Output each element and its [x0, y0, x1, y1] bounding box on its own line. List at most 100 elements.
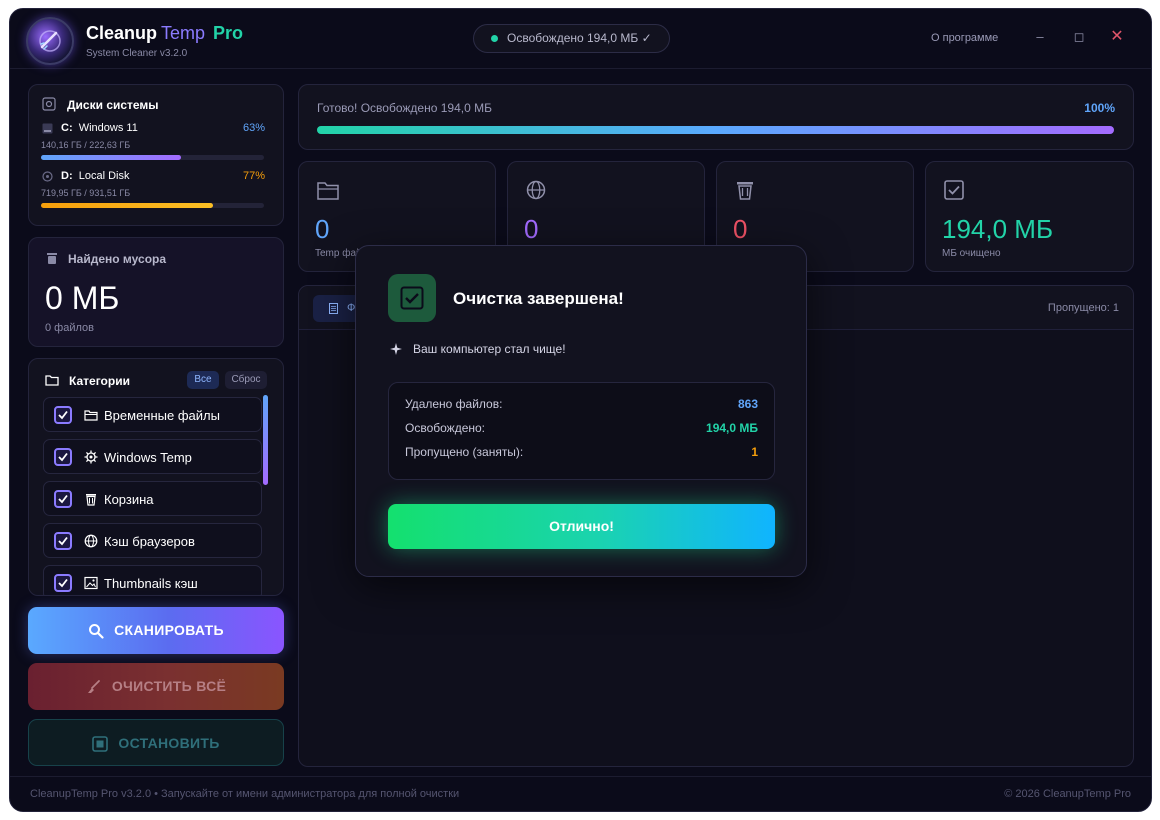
app-title: Cleanup Temp Pro — [86, 23, 243, 44]
check-square-icon — [944, 180, 964, 200]
broom-icon — [87, 680, 100, 694]
status-pill: Освобождено 194,0 МБ ✓ — [473, 24, 670, 53]
drive-c-label: C: Windows 11 — [61, 122, 138, 134]
stop-icon — [92, 736, 109, 753]
progress-panel: Готово! Освобождено 194,0 МБ 100% — [298, 84, 1134, 150]
ok-button[interactable]: Отлично! — [388, 504, 775, 549]
drive-c-usage-bar — [41, 155, 264, 160]
skipped-label: Пропущено (заняты): — [405, 445, 524, 459]
category-windows-temp[interactable]: Windows Temp — [43, 439, 262, 474]
modal-title: Очистка завершена! — [453, 289, 624, 308]
modal-icon-box — [388, 274, 436, 322]
skipped-value: 1 — [751, 445, 758, 459]
modal-summary: Удалено файлов: 863 Освобождено: 194,0 М… — [388, 382, 775, 480]
drive-c-size: 140,16 ГБ / 222,63 ГБ — [41, 140, 131, 150]
checkbox-checked[interactable] — [54, 448, 72, 466]
category-browser-cache[interactable]: Кэш браузеров — [43, 523, 262, 558]
category-temp-files[interactable]: Временные файлы — [43, 397, 262, 432]
disks-title: Диски системы — [67, 98, 159, 112]
junk-panel: Найдено мусора 0 МБ 0 файлов — [28, 237, 284, 347]
progress-fill — [317, 126, 1114, 134]
categories-scrollbar[interactable] — [263, 395, 268, 485]
category-label: Thumbnails кэш — [104, 576, 198, 591]
category-label: Windows Temp — [104, 450, 192, 465]
footer-left-text: CleanupTemp Pro v3.2.0 • Запускайте от и… — [30, 788, 460, 800]
junk-value: 0 МБ — [45, 280, 120, 316]
status-dot-icon — [491, 35, 498, 42]
drive-d-letter: D: — [61, 170, 73, 182]
drive-d-usage-fill — [41, 203, 213, 208]
categories-panel: Категории Все Сброс Временные файлы Wind… — [28, 358, 284, 596]
stat-value: 0 — [733, 214, 748, 244]
stat-value: 194,0 МБ — [942, 214, 1054, 244]
sparkle-icon — [390, 343, 402, 355]
checkbox-checked[interactable] — [54, 490, 72, 508]
app-window: Cleanup Temp Pro System Cleaner v3.2.0 Осв… — [9, 8, 1152, 812]
status-text: Освобождено 194,0 МБ ✓ — [507, 31, 652, 45]
image-icon — [84, 576, 98, 590]
category-recycle-bin[interactable]: Корзина — [43, 481, 262, 516]
folder-icon — [317, 182, 339, 200]
drive-d-label: D: Local Disk — [61, 170, 129, 182]
drive-c-usage-fill — [41, 155, 182, 160]
minimize-button[interactable]: – — [1028, 25, 1052, 49]
stat-value: 0 — [315, 214, 330, 244]
footer-copyright: © 2026 CleanupTemp Pro — [1004, 788, 1131, 800]
scan-button[interactable]: СКАНИРОВАТЬ — [28, 607, 284, 654]
category-label: Временные файлы — [104, 408, 220, 423]
deleted-files-label: Удалено файлов: — [405, 397, 503, 411]
app-title-temp: Temp — [161, 23, 206, 43]
trash-icon — [47, 253, 57, 264]
globe-icon — [526, 180, 546, 200]
footer-divider — [10, 776, 1151, 777]
stat-card-freed: 194,0 МБ МБ очищено — [925, 161, 1134, 272]
stop-button-label: ОСТАНОВИТЬ — [118, 735, 220, 751]
drive-d-usage-bar — [41, 203, 264, 208]
junk-files: 0 файлов — [45, 322, 94, 334]
close-button[interactable]: ✕ — [1105, 25, 1129, 49]
junk-title: Найдено мусора — [68, 252, 167, 266]
drive-c-letter: C: — [61, 122, 73, 134]
maximize-button[interactable]: ◻ — [1067, 25, 1091, 49]
drive-d-icon — [42, 171, 53, 182]
trash-icon — [86, 494, 96, 506]
modal-subtitle: Ваш компьютер стал чище! — [413, 342, 566, 356]
folder-icon — [84, 410, 98, 421]
checkbox-checked[interactable] — [54, 406, 72, 424]
drive-c-name: Windows 11 — [78, 122, 138, 134]
freed-value: 194,0 МБ — [706, 421, 758, 435]
app-version: System Cleaner v3.2.0 — [86, 48, 188, 59]
app-title-pro: Pro — [213, 23, 244, 43]
reset-button[interactable]: Сброс — [225, 371, 267, 389]
freed-label: Освобождено: — [405, 421, 485, 435]
checkbox-checked[interactable] — [54, 574, 72, 592]
folder-open-icon — [45, 375, 59, 386]
category-thumbnails-cache[interactable]: Thumbnails кэш — [43, 565, 262, 595]
select-all-button[interactable]: Все — [187, 371, 219, 389]
progress-bar — [317, 126, 1114, 134]
globe-icon — [84, 534, 98, 548]
clean-all-button[interactable]: ОЧИСТИТЬ ВСЁ — [28, 663, 284, 710]
stop-button[interactable]: ОСТАНОВИТЬ — [28, 719, 284, 766]
drive-d-name: Local Disk — [78, 170, 130, 182]
search-icon — [89, 624, 104, 639]
drive-d-size: 719,95 ГБ / 931,51 ГБ — [41, 188, 131, 198]
gear-icon — [84, 450, 98, 464]
skipped-count: Пропущено: 1 — [1047, 302, 1119, 314]
category-label: Корзина — [104, 492, 154, 507]
drive-c-icon — [42, 123, 53, 134]
progress-percent: 100% — [1084, 101, 1115, 115]
app-logo — [26, 17, 74, 65]
deleted-files-value: 863 — [737, 397, 758, 411]
category-label: Кэш браузеров — [104, 534, 195, 549]
app-title-main: Cleanup — [86, 23, 158, 43]
trash-icon — [737, 182, 753, 200]
drive-c-percent: 63% — [242, 122, 265, 134]
progress-label: Готово! Освобождено 194,0 МБ — [317, 101, 492, 115]
checkbox-checked[interactable] — [54, 532, 72, 550]
clean-all-button-label: ОЧИСТИТЬ ВСЁ — [111, 678, 227, 694]
document-icon — [329, 303, 338, 314]
drive-d-percent: 77% — [242, 170, 265, 182]
about-link[interactable]: О программе — [931, 32, 998, 44]
categories-title: Категории — [69, 374, 130, 388]
